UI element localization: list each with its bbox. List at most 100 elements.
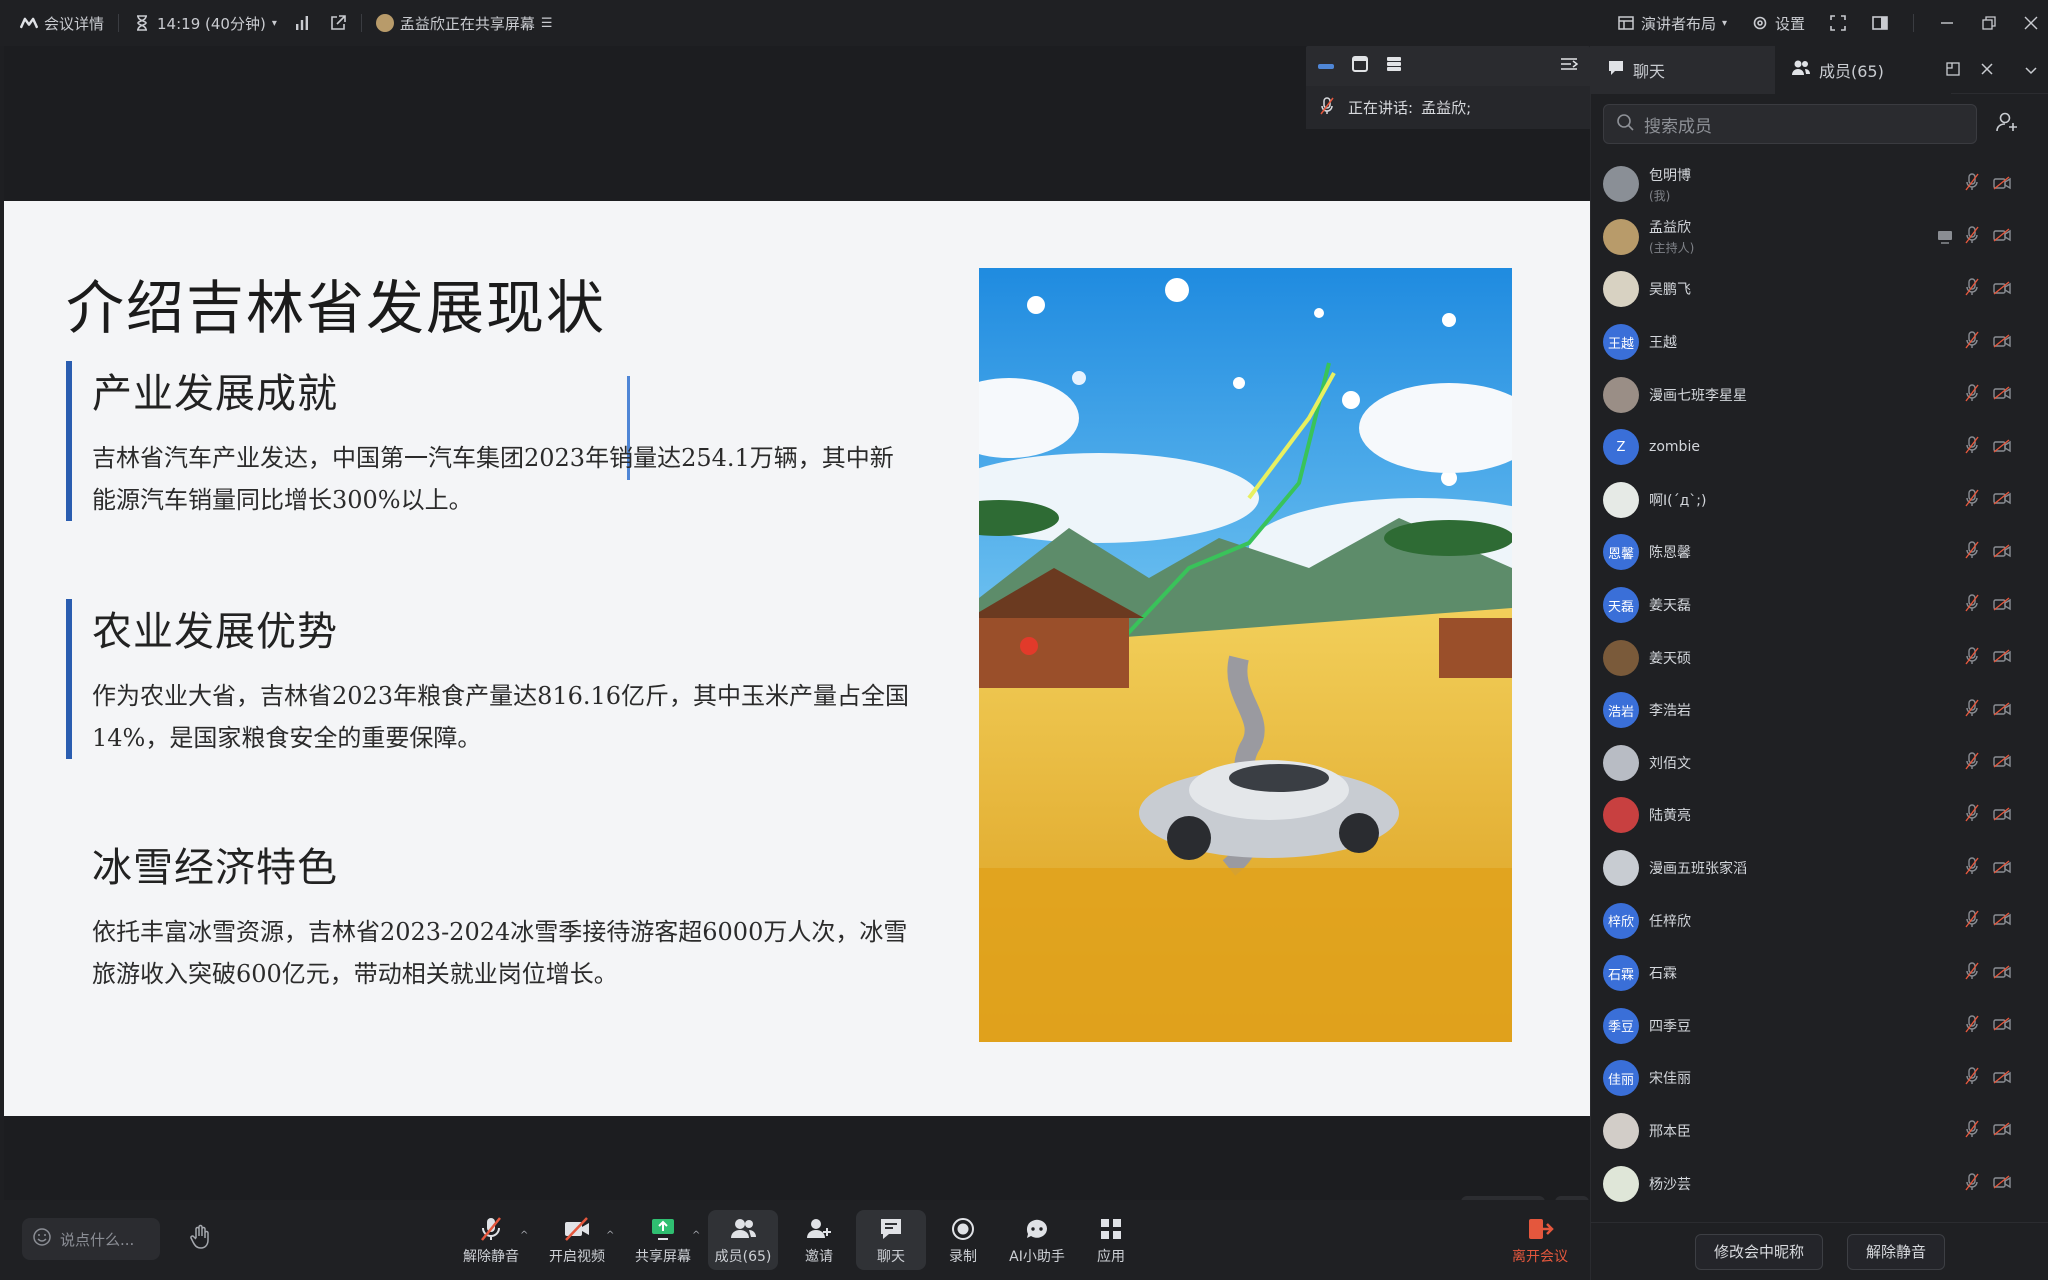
mic-muted-icon[interactable] xyxy=(1965,804,1979,826)
minimize-icon[interactable] xyxy=(1938,14,1956,32)
record-button[interactable]: 录制 xyxy=(928,1210,998,1270)
unmute-button[interactable]: 解除静音 xyxy=(456,1210,526,1270)
camera-off-icon[interactable] xyxy=(1993,701,2011,720)
mic-muted-icon[interactable] xyxy=(1965,594,1979,616)
chevron-up-icon[interactable]: ^ xyxy=(520,1230,528,1241)
member-row[interactable]: 陆黄亮 xyxy=(1591,789,2048,842)
meeting-timer[interactable]: 14:19 (40分钟) ▾ xyxy=(133,0,277,46)
fullscreen-icon[interactable] xyxy=(1829,14,1847,32)
camera-off-icon[interactable] xyxy=(1993,596,2011,615)
collapse-panel-icon[interactable] xyxy=(1560,56,1579,76)
camera-off-icon[interactable] xyxy=(1993,753,2011,772)
signal-bars-icon[interactable] xyxy=(293,14,311,32)
member-row[interactable]: 佳丽 宋佳丽 xyxy=(1591,1052,2048,1105)
sharing-status[interactable]: 孟益欣正在共享屏幕 ☰ xyxy=(375,0,553,46)
invite-button[interactable]: 邀请 xyxy=(784,1210,854,1270)
member-row[interactable]: 吴鹏飞 xyxy=(1591,263,2048,316)
camera-off-icon[interactable] xyxy=(1993,490,2011,509)
member-search-input[interactable]: 搜索成员 xyxy=(1603,104,1977,144)
list-view-icon[interactable] xyxy=(1386,56,1402,76)
unmute-all-button[interactable]: 解除静音 xyxy=(1847,1233,1946,1270)
emoji-icon[interactable] xyxy=(32,1227,52,1251)
rename-button[interactable]: 修改会中昵称 xyxy=(1694,1233,1823,1270)
member-row[interactable]: 啊I(´д`;) xyxy=(1591,474,2048,527)
mic-muted-icon[interactable] xyxy=(1965,699,1979,721)
member-row[interactable]: 天磊 姜天磊 xyxy=(1591,579,2048,632)
mic-muted-icon[interactable] xyxy=(1965,1067,1979,1089)
chat-button[interactable]: 聊天 xyxy=(856,1210,926,1270)
ai-assistant-button[interactable]: AI小助手 xyxy=(1002,1210,1072,1270)
meeting-details-button[interactable]: 会议详情 xyxy=(20,0,104,46)
settings-button[interactable]: 设置 xyxy=(1751,0,1805,46)
camera-off-icon[interactable] xyxy=(1993,227,2011,246)
layout-button[interactable]: 演讲者布局 ▾ xyxy=(1617,0,1727,46)
popout-icon[interactable] xyxy=(1946,61,1960,80)
share-screen-button[interactable]: 共享屏幕 xyxy=(628,1210,698,1270)
member-row[interactable]: 石霖 石霖 xyxy=(1591,947,2048,1000)
add-member-button[interactable] xyxy=(1991,108,2023,140)
member-row[interactable]: 漫画五班张家滔 xyxy=(1591,842,2048,895)
mic-muted-icon[interactable] xyxy=(1965,331,1979,353)
camera-off-icon[interactable] xyxy=(1993,543,2011,562)
mic-muted-icon[interactable] xyxy=(1965,541,1979,563)
member-row[interactable]: 恩馨 陈恩馨 xyxy=(1591,526,2048,579)
chevron-up-icon[interactable]: ^ xyxy=(692,1230,700,1241)
member-row[interactable]: 杨沙芸 xyxy=(1591,1157,2048,1210)
leave-meeting-button[interactable]: 离开会议 xyxy=(1500,1210,1580,1270)
chevron-up-icon[interactable]: ^ xyxy=(606,1230,614,1241)
member-row[interactable]: Zzombie xyxy=(1591,421,2048,474)
quick-chat-input[interactable]: 说点什么... xyxy=(22,1218,160,1260)
camera-off-icon[interactable] xyxy=(1993,1174,2011,1193)
external-link-icon[interactable] xyxy=(329,14,347,32)
member-row[interactable]: 孟益欣 (主持人) xyxy=(1591,211,2048,264)
single-view-icon[interactable] xyxy=(1352,56,1368,76)
mic-muted-icon[interactable] xyxy=(1965,646,1979,669)
sidebar-toggle-icon[interactable] xyxy=(1871,14,1889,32)
chevron-down-icon[interactable] xyxy=(2024,61,2038,80)
mic-muted-icon[interactable] xyxy=(1965,1015,1979,1037)
member-row[interactable]: 漫画七班李星星 xyxy=(1591,368,2048,421)
camera-off-icon[interactable] xyxy=(1993,964,2011,983)
mic-muted-icon[interactable] xyxy=(1965,1120,1979,1142)
camera-off-icon[interactable] xyxy=(1993,648,2011,667)
restore-icon[interactable] xyxy=(1980,14,1998,32)
close-icon[interactable] xyxy=(1980,61,1994,80)
mic-muted-icon[interactable] xyxy=(1965,226,1979,248)
camera-off-icon[interactable] xyxy=(1993,859,2011,878)
member-row[interactable]: 刘佰文 xyxy=(1591,737,2048,790)
mic-muted-icon[interactable] xyxy=(1965,1172,1979,1195)
mic-muted-icon[interactable] xyxy=(1965,173,1979,195)
mic-muted-icon[interactable] xyxy=(1965,962,1979,984)
member-row[interactable]: 浩岩 李浩岩 xyxy=(1591,684,2048,737)
camera-off-icon[interactable] xyxy=(1993,438,2011,457)
camera-off-icon[interactable] xyxy=(1993,333,2011,352)
apps-button[interactable]: 应用 xyxy=(1076,1210,1146,1270)
mic-muted-icon[interactable] xyxy=(1965,278,1979,300)
mic-muted-icon[interactable] xyxy=(1965,489,1979,511)
members-button[interactable]: 成员(65) xyxy=(708,1210,778,1270)
raise-hand-button[interactable] xyxy=(180,1218,222,1260)
camera-off-icon[interactable] xyxy=(1993,911,2011,930)
member-row[interactable]: 包明博 (我) xyxy=(1591,158,2048,211)
tab-members[interactable]: 成员(65) xyxy=(1775,45,1951,94)
mic-muted-icon[interactable] xyxy=(1965,436,1979,458)
camera-off-icon[interactable] xyxy=(1993,1121,2011,1140)
start-video-button[interactable]: 开启视频 xyxy=(542,1210,612,1270)
camera-off-icon[interactable] xyxy=(1993,385,2011,404)
camera-off-icon[interactable] xyxy=(1993,1069,2011,1088)
tab-chat[interactable]: 聊天 xyxy=(1591,45,1775,94)
mic-muted-icon[interactable] xyxy=(1965,383,1979,406)
camera-off-icon[interactable] xyxy=(1993,1016,2011,1035)
camera-off-icon[interactable] xyxy=(1993,280,2011,299)
member-row[interactable]: 邢本臣 xyxy=(1591,1105,2048,1158)
mic-muted-icon[interactable] xyxy=(1965,909,1979,932)
camera-off-icon[interactable] xyxy=(1993,806,2011,825)
member-row[interactable]: 王越 王越 xyxy=(1591,316,2048,369)
close-icon[interactable] xyxy=(2022,14,2040,32)
member-row[interactable]: 季豆 四季豆 xyxy=(1591,1000,2048,1053)
member-row[interactable]: 姜天硕 xyxy=(1591,631,2048,684)
mic-muted-icon[interactable] xyxy=(1965,752,1979,774)
camera-off-icon[interactable] xyxy=(1993,175,2011,194)
mic-muted-icon[interactable] xyxy=(1965,857,1979,879)
member-row[interactable]: 梓欣 任梓欣 xyxy=(1591,894,2048,947)
